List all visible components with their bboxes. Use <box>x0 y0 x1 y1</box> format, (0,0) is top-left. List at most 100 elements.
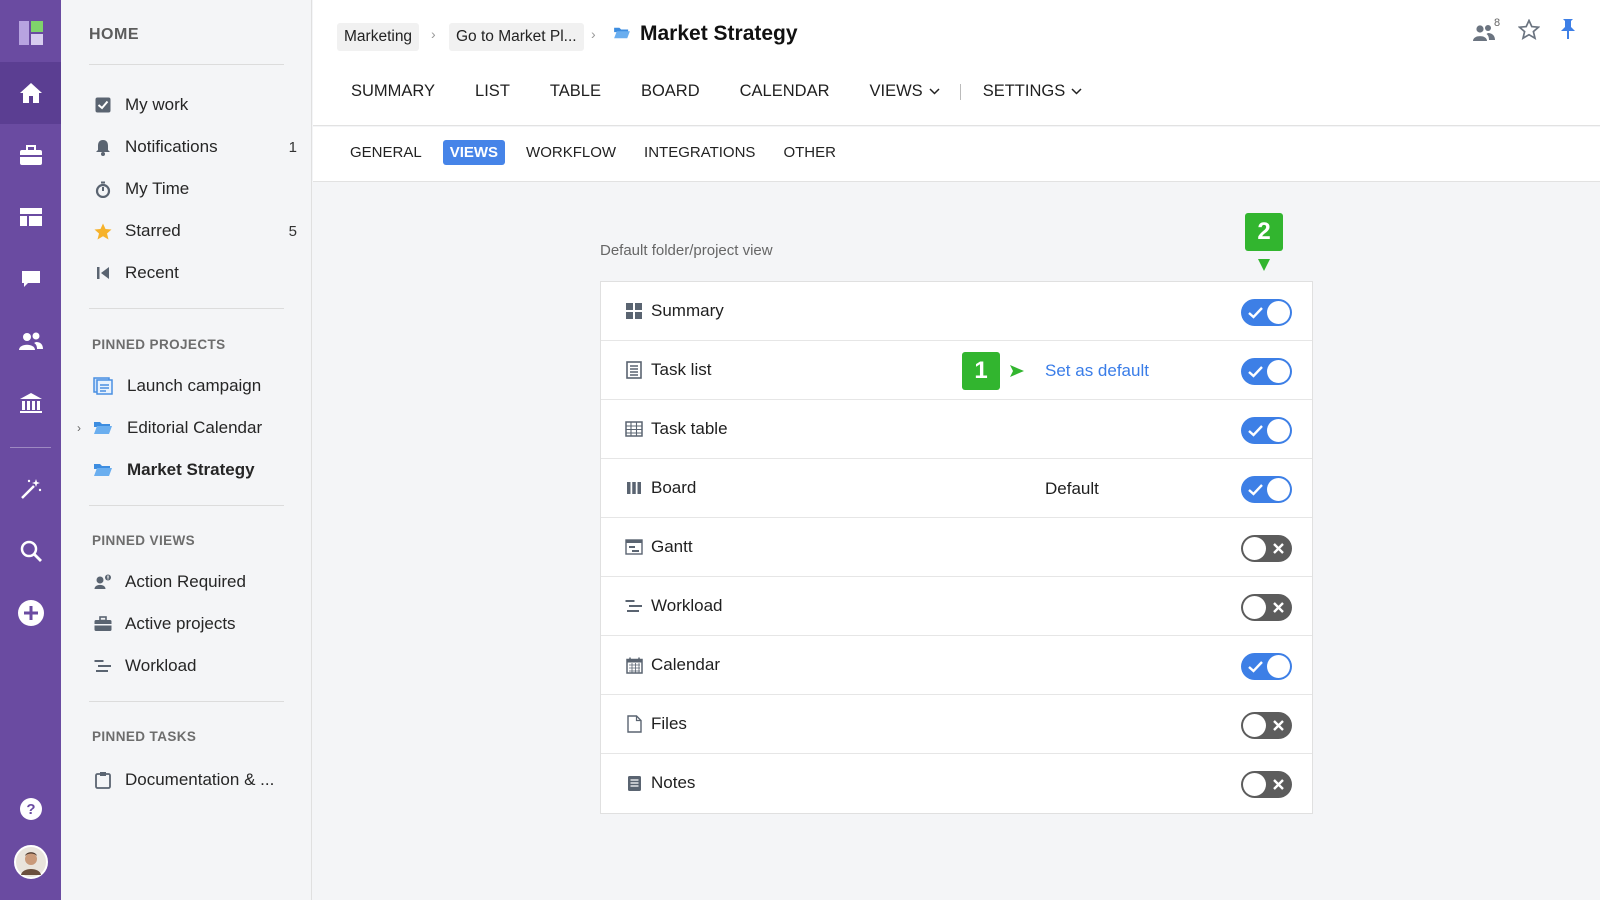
sidebar-item-notifications[interactable]: Notifications 1 <box>89 132 297 162</box>
search-icon[interactable] <box>0 520 61 582</box>
chat-icon[interactable] <box>0 248 61 310</box>
arrow-right-icon <box>1010 365 1024 377</box>
members-count: 8 <box>1494 16 1501 29</box>
view-row-task-table: Task table <box>601 400 1312 459</box>
sidebar-item-label: Documentation & ... <box>125 770 275 789</box>
sidebar-item-recent[interactable]: Recent <box>89 258 297 288</box>
view-label: Calendar <box>651 655 720 674</box>
settings-subtabs: GENERAL VIEWS WORKFLOW INTEGRATIONS OTHE… <box>343 140 857 165</box>
star-icon[interactable] <box>1517 17 1541 45</box>
clipboard-icon <box>91 768 115 792</box>
tab-calendar[interactable]: CALENDAR <box>740 82 830 101</box>
close-icon <box>1273 602 1284 613</box>
tab-settings[interactable]: SETTINGS <box>983 82 1083 101</box>
magic-wand-icon[interactable] <box>0 458 61 520</box>
view-toggle-gantt[interactable] <box>1241 535 1292 562</box>
notification-count: 1 <box>288 138 297 156</box>
header-actions: 8 <box>1472 16 1578 45</box>
subtab-general[interactable]: GENERAL <box>343 140 429 165</box>
checkbox-icon <box>91 93 115 117</box>
annotation-badge-2: 2 <box>1245 213 1283 251</box>
view-row-files: Files <box>601 695 1312 754</box>
check-icon <box>1248 307 1263 319</box>
tab-views-label: VIEWS <box>869 82 923 100</box>
view-row-calendar: Calendar <box>601 636 1312 695</box>
view-label: Board <box>651 478 697 497</box>
pin-icon[interactable] <box>1558 18 1578 45</box>
project-icon <box>91 374 115 398</box>
tab-list[interactable]: LIST <box>475 82 510 101</box>
sidebar-item-label: Editorial Calendar <box>127 418 263 437</box>
sidebar-item-label: Launch campaign <box>127 376 262 395</box>
view-row-summary: Summary <box>601 282 1312 341</box>
check-icon <box>1248 661 1263 673</box>
divider <box>89 64 284 65</box>
subtab-workflow[interactable]: WORKFLOW <box>519 140 623 165</box>
sidebar-item-my-work[interactable]: My work <box>89 90 297 120</box>
home-icon[interactable] <box>0 62 61 124</box>
default-status: Default <box>1045 479 1099 498</box>
briefcase-icon[interactable] <box>0 124 61 186</box>
pinned-view-action-required[interactable]: Action Required <box>89 567 297 597</box>
pinned-project-launch-campaign[interactable]: Launch campaign <box>89 371 297 401</box>
pinned-view-active-projects[interactable]: Active projects <box>89 609 297 639</box>
view-toggle-task-list[interactable] <box>1241 358 1292 385</box>
star-icon <box>91 219 115 243</box>
close-icon <box>1273 543 1284 554</box>
check-icon <box>1248 484 1263 496</box>
view-toggle-summary[interactable] <box>1241 299 1292 326</box>
view-toggle-notes[interactable] <box>1241 771 1292 798</box>
tab-views[interactable]: VIEWS <box>870 82 940 101</box>
section-heading-pinned-projects: PINNED PROJECTS <box>92 337 226 352</box>
members-icon[interactable]: 8 <box>1472 16 1501 44</box>
view-toggle-files[interactable] <box>1241 712 1292 739</box>
main-area: Marketing › Go to Market Pl... › Market … <box>313 0 1600 900</box>
workload-icon <box>625 597 643 615</box>
breadcrumb-separator: › <box>431 26 436 42</box>
breadcrumb-marketing[interactable]: Marketing <box>337 23 420 51</box>
chevron-down-icon <box>1071 88 1082 95</box>
tab-divider <box>959 83 961 100</box>
folder-icon <box>91 458 115 482</box>
view-toggle-board[interactable] <box>1241 476 1292 503</box>
pinned-project-editorial-calendar[interactable]: › Editorial Calendar <box>77 413 297 443</box>
sidebar-item-label: Recent <box>125 263 179 282</box>
views-panel: Summary Task list 1 Set as default Task … <box>600 281 1313 814</box>
divider <box>89 505 284 506</box>
sidebar-item-my-time[interactable]: My Time <box>89 174 297 204</box>
divider <box>89 308 284 309</box>
avatar[interactable] <box>0 831 61 893</box>
tab-table[interactable]: TABLE <box>550 82 601 101</box>
views-settings-content: Default folder/project view 2 Summary Ta… <box>313 183 1600 900</box>
pinned-view-workload[interactable]: Workload <box>89 651 297 681</box>
breadcrumb-go-to-market[interactable]: Go to Market Pl... <box>449 23 584 51</box>
pinned-project-market-strategy[interactable]: Market Strategy <box>89 455 297 485</box>
notes-icon <box>625 774 643 792</box>
logo-icon[interactable] <box>0 2 61 64</box>
sidebar-item-label: Active projects <box>125 614 236 633</box>
subtab-integrations[interactable]: INTEGRATIONS <box>637 140 762 165</box>
view-toggle-calendar[interactable] <box>1241 653 1292 680</box>
subtab-views[interactable]: VIEWS <box>442 140 506 165</box>
plus-icon[interactable] <box>0 582 61 644</box>
subtab-other[interactable]: OTHER <box>776 140 843 165</box>
pinned-task-documentation[interactable]: Documentation & ... <box>89 765 297 795</box>
bank-icon[interactable] <box>0 372 61 434</box>
dashboard-icon[interactable] <box>0 186 61 248</box>
app-rail: ? <box>0 0 61 900</box>
view-row-board: Board Default <box>601 459 1312 518</box>
chevron-right-icon[interactable]: › <box>77 421 81 435</box>
set-as-default-link[interactable]: Set as default <box>1045 361 1149 381</box>
close-icon <box>1273 779 1284 790</box>
sidebar-item-starred[interactable]: Starred 5 <box>89 216 297 246</box>
tab-settings-label: SETTINGS <box>982 82 1066 100</box>
stopwatch-icon <box>91 177 115 201</box>
tab-summary[interactable]: SUMMARY <box>351 82 435 101</box>
view-toggle-task-table[interactable] <box>1241 417 1292 444</box>
view-label: Files <box>651 714 687 733</box>
section-heading-pinned-views: PINNED VIEWS <box>92 533 196 548</box>
list-icon <box>625 361 643 379</box>
tab-board[interactable]: BOARD <box>641 82 700 101</box>
view-toggle-workload[interactable] <box>1241 594 1292 621</box>
people-icon[interactable] <box>0 310 61 372</box>
